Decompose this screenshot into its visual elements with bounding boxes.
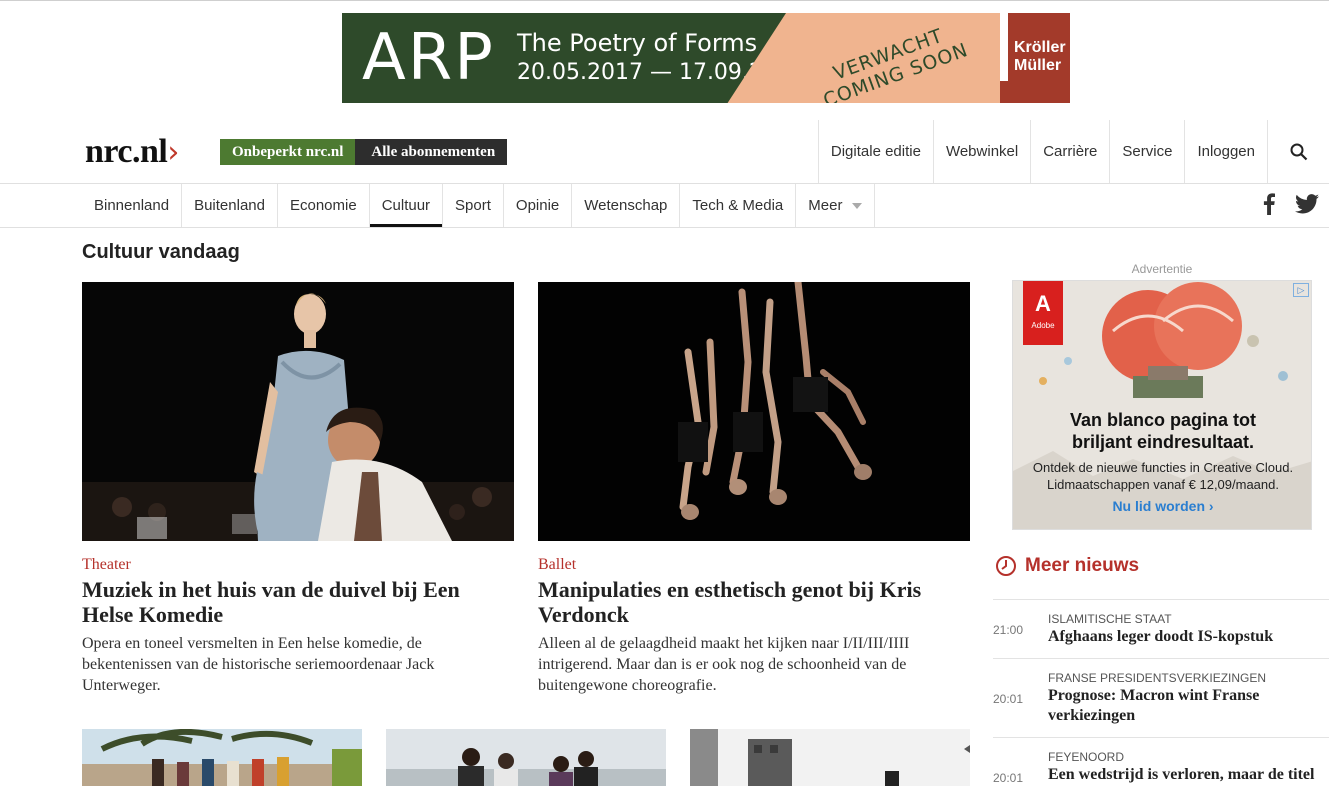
more-news-header[interactable]: Meer nieuws (995, 555, 1139, 577)
banner-title: The Poetry of Forms (517, 29, 758, 57)
ad-sub-line2: Lidmaatschappen vanaf € 12,09/maand. (1046, 477, 1279, 492)
news-category[interactable]: ISLAMITISCHE STAAT (1048, 612, 1172, 626)
nav-digital-edition[interactable]: Digitale editie (817, 120, 933, 183)
social-links (1263, 193, 1319, 215)
advertisement-label: Advertentie (1131, 262, 1193, 276)
section-buitenland[interactable]: Buitenland (182, 184, 278, 227)
section-nav-divider (0, 227, 1329, 228)
facebook-icon[interactable] (1263, 193, 1275, 215)
nav-careers[interactable]: Carrière (1030, 120, 1109, 183)
top-nav: Digitale editie Webwinkel Carrière Servi… (817, 120, 1329, 183)
search-button[interactable] (1267, 120, 1329, 183)
twitter-icon[interactable] (1295, 194, 1319, 214)
nav-webshop[interactable]: Webwinkel (932, 120, 1030, 183)
news-category[interactable]: FRANSE PRESIDENTSVERKIEZINGEN (1048, 671, 1266, 685)
brand-line2: Müller (1014, 57, 1062, 74)
unlimited-subscription-link[interactable]: Onbeperkt nrc.nl (220, 139, 356, 165)
news-time: 21:00 (993, 623, 1024, 637)
article-image-ballet[interactable] (538, 282, 970, 541)
ad-headline-line2: briljant eindresultaat. (1071, 432, 1255, 452)
banner-brand-logo: Kröller Müller (1000, 13, 1070, 103)
article-tag[interactable]: Theater (82, 555, 514, 575)
news-time: 20:01 (993, 692, 1024, 706)
article-headline[interactable]: Muziek in het huis van de duivel bij Een… (82, 577, 514, 627)
section-binnenland[interactable]: Binnenland (82, 184, 183, 227)
ad-headline-line1: Van blanco pagina tot (1069, 410, 1257, 430)
article-image-theater[interactable] (82, 282, 514, 541)
subscribe-bar: Onbeperkt nrc.nl Alle abonnementen (220, 139, 508, 165)
article-thumbnail[interactable] (690, 729, 970, 786)
thumbnail-group-photo (386, 729, 666, 786)
section-title: Cultuur vandaag (82, 241, 240, 263)
banner-ad[interactable]: ARP The Poetry of Forms 20.05.2017 — 17.… (342, 13, 1070, 103)
news-title[interactable]: Een wedstrijd is verloren, maar de titel (1048, 765, 1328, 785)
adobe-mark: A (1035, 291, 1051, 316)
adobe-text: Adobe (1031, 321, 1055, 330)
news-time: 20:01 (993, 771, 1024, 785)
nav-login[interactable]: Inloggen (1184, 120, 1267, 183)
article-summary: Alleen al de gelaagdheid maakt het kijke… (538, 635, 910, 694)
article-headline[interactable]: Manipulaties en esthetisch genot bij Kri… (538, 577, 970, 627)
clock-icon (996, 556, 1016, 576)
section-more-dropdown[interactable]: Meer (796, 184, 876, 227)
banner-logo: ARP (362, 21, 495, 95)
nav-service[interactable]: Service (1109, 120, 1184, 183)
all-subscriptions-link[interactable]: Alle abonnementen (355, 139, 508, 165)
thumbnail-beach-photo (82, 729, 362, 786)
article-card-ballet[interactable]: Ballet Manipulaties en esthetisch genot … (538, 282, 970, 696)
section-wetenschap[interactable]: Wetenschap (572, 184, 681, 227)
news-title[interactable]: Prognose: Macron wint Franse verkiezinge… (1048, 686, 1328, 726)
news-item[interactable]: 20:01 FRANSE PRESIDENTSVERKIEZINGEN Prog… (993, 658, 1329, 738)
ad-subtext: Ontdek de nieuwe functies in Creative Cl… (1013, 459, 1311, 493)
article-thumbnail[interactable] (82, 729, 362, 786)
theater-photo (82, 282, 514, 541)
ballet-photo (538, 282, 970, 541)
section-cultuur[interactable]: Cultuur (369, 184, 444, 227)
chevron-down-icon (852, 202, 863, 209)
article-thumbnail[interactable] (386, 729, 666, 786)
ad-sub-line1: Ontdek de nieuwe functies in Creative Cl… (1032, 460, 1294, 475)
more-news-title: Meer nieuws (1025, 555, 1140, 576)
news-item[interactable]: 20:01 FEYENOORD Een wedstrijd is verlore… (993, 737, 1329, 786)
thumbnail-building-photo (690, 729, 970, 786)
site-logo[interactable]: nrc.nl› (85, 132, 179, 173)
logo-chevron-icon: › (167, 135, 179, 170)
ad-headline: Van blanco pagina tot briljant eindresul… (1013, 409, 1311, 453)
ad-cta-link[interactable]: Nu lid worden › (1013, 498, 1311, 514)
news-item[interactable]: 21:00 ISLAMITISCHE STAAT Afghaans leger … (993, 599, 1329, 659)
adobe-logo: A Adobe (1023, 281, 1063, 345)
news-title[interactable]: Afghaans leger doodt IS-kopstuk (1048, 627, 1328, 647)
article-tag[interactable]: Ballet (538, 555, 970, 575)
search-icon (1290, 143, 1307, 160)
ad-choices-icon[interactable]: ▷ (1293, 283, 1309, 297)
section-economie[interactable]: Economie (278, 184, 370, 227)
article-card-theater[interactable]: Theater Muziek in het huis van de duivel… (82, 282, 514, 696)
news-category[interactable]: FEYENOORD (1048, 750, 1124, 764)
section-opinie[interactable]: Opinie (504, 184, 573, 227)
section-tech-media[interactable]: Tech & Media (680, 184, 797, 227)
section-sport[interactable]: Sport (443, 184, 504, 227)
logo-text: nrc.nl (85, 133, 168, 170)
article-summary: Opera en toneel versmelten in Een helse … (82, 635, 435, 694)
top-border (0, 0, 1329, 1)
section-nav: Binnenland Buitenland Economie Cultuur S… (82, 184, 876, 227)
more-label: Meer (808, 197, 843, 214)
brand-line1: Kröller (1014, 39, 1066, 56)
sidebar-ad[interactable]: A Adobe ▷ Van blanco pagina tot briljant… (1012, 280, 1312, 530)
